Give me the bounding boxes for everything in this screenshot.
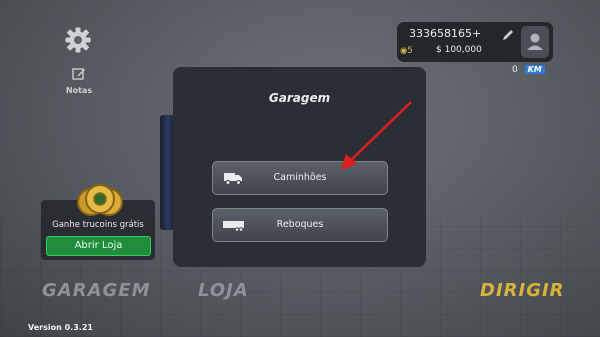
- player-id: 333658165+: [409, 27, 482, 40]
- edit-note-icon: [72, 68, 85, 80]
- trailers-button[interactable]: Reboques: [212, 208, 388, 242]
- km-value: 0: [512, 65, 518, 75]
- profile-panel: 333658165+ ◉5 $ 100,000: [397, 22, 553, 62]
- pencil-icon[interactable]: [501, 27, 515, 41]
- free-coins-promo: Ganhe trucoins grátis Abrir Loja: [41, 184, 155, 260]
- tab-garage[interactable]: GARAGEM: [42, 280, 150, 301]
- money-balance: $ 100,000: [436, 45, 482, 55]
- open-shop-button[interactable]: Abrir Loja: [46, 236, 151, 256]
- version-label: Version 0.3.21: [28, 323, 93, 332]
- coins-stack-icon: [77, 184, 123, 216]
- pointer-arrow: [341, 101, 412, 170]
- notes-button[interactable]: Notas: [62, 66, 96, 95]
- user-icon: [527, 33, 543, 50]
- odometer: 0 KM: [512, 65, 545, 75]
- tab-drive[interactable]: DIRIGIR: [480, 280, 565, 301]
- km-unit-badge: KM: [524, 65, 545, 74]
- tab-shop[interactable]: LOJA: [198, 280, 249, 301]
- gear-icon[interactable]: [64, 26, 92, 54]
- notes-label: Notas: [65, 86, 93, 95]
- avatar[interactable]: [521, 26, 549, 58]
- trucks-label: Caminhões: [273, 172, 327, 183]
- trailers-label: Reboques: [276, 219, 324, 230]
- promo-text: Ganhe trucoins grátis: [52, 220, 144, 230]
- trucoins-balance: ◉5: [400, 46, 413, 56]
